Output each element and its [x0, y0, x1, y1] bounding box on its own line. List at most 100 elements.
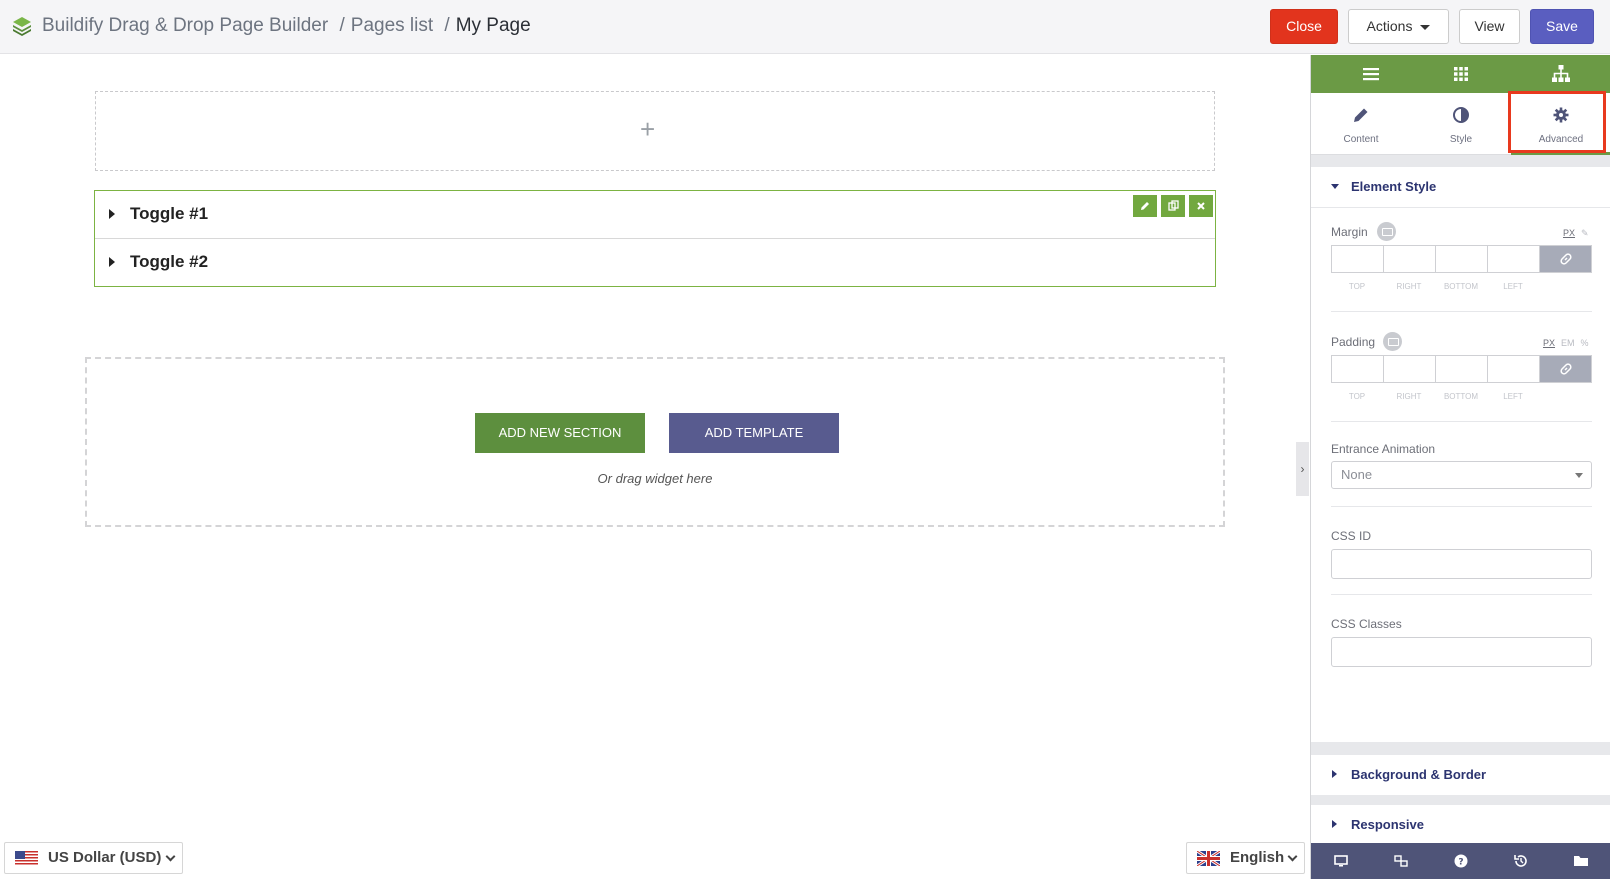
navigator-icon[interactable]	[1393, 853, 1409, 869]
caret-right-icon	[109, 209, 115, 219]
tab-style[interactable]: Style	[1411, 93, 1511, 155]
side-label: LEFT	[1503, 392, 1523, 401]
desktop-icon[interactable]	[1333, 853, 1349, 869]
entrance-animation-select[interactable]: None	[1331, 461, 1592, 489]
actions-dropdown[interactable]: Actions	[1348, 9, 1449, 44]
margin-inputs	[1331, 245, 1592, 273]
uk-flag-icon	[1197, 851, 1220, 866]
edit-widget-icon[interactable]	[1133, 195, 1157, 217]
element-style-section: Element Style Margin PX ✎ TOP RIGHT BOTTO…	[1311, 167, 1610, 742]
divider	[1331, 421, 1592, 422]
panel-footer: ?	[1311, 843, 1610, 879]
caret-down-icon	[1331, 184, 1339, 189]
padding-left-input[interactable]	[1488, 356, 1540, 382]
tab-label: Content	[1343, 134, 1379, 145]
top-bar: Buildify Drag & Drop Page Builder / Pages…	[0, 0, 1610, 54]
collapse-panel-handle[interactable]: ›	[1296, 442, 1309, 496]
tab-content[interactable]: Content	[1311, 93, 1411, 155]
css-classes-input[interactable]	[1331, 637, 1592, 667]
padding-inputs	[1331, 355, 1592, 383]
breadcrumb-separator: /	[444, 15, 450, 36]
divider	[1331, 506, 1592, 507]
side-label: BOTTOM	[1443, 392, 1479, 401]
remove-widget-icon[interactable]	[1189, 195, 1213, 217]
unit-percent[interactable]: %	[1581, 338, 1589, 348]
side-label: TOP	[1348, 282, 1366, 291]
chevron-down-icon	[1287, 851, 1298, 862]
entrance-animation-value: None	[1341, 467, 1373, 482]
unit-px[interactable]: PX	[1563, 228, 1575, 238]
caret-down-icon	[1575, 473, 1583, 478]
section-title: Background & Border	[1351, 767, 1487, 782]
plus-icon[interactable]: +	[640, 114, 655, 144]
divider	[1311, 207, 1610, 208]
currency-label: US Dollar (USD)	[48, 849, 162, 866]
responsive-desktop-icon[interactable]	[1377, 222, 1396, 241]
percent-icon: ✎	[1581, 228, 1589, 238]
link-values-icon[interactable]	[1540, 246, 1591, 272]
add-section-area[interactable]: ADD NEW SECTION ADD TEMPLATE Or drag wid…	[85, 357, 1225, 527]
close-button[interactable]: Close	[1270, 9, 1338, 44]
padding-units: PX EM%	[1543, 338, 1589, 348]
tab-label: Style	[1449, 134, 1473, 145]
responsive-section[interactable]: Responsive	[1311, 805, 1610, 845]
history-icon[interactable]	[1513, 853, 1529, 869]
divider	[1331, 594, 1592, 595]
language-selector[interactable]: English	[1186, 842, 1305, 874]
view-button[interactable]: View	[1459, 9, 1520, 44]
padding-bottom-input[interactable]	[1436, 356, 1488, 382]
breadcrumb-app[interactable]: Buildify Drag & Drop Page Builder	[42, 15, 328, 36]
widgets-grid-icon[interactable]	[1451, 64, 1471, 84]
save-button[interactable]: Save	[1530, 9, 1594, 44]
toggle-widget[interactable]: Toggle #1 Toggle #2	[94, 190, 1216, 287]
add-new-section-button[interactable]: ADD NEW SECTION	[475, 413, 645, 453]
language-label: English	[1230, 849, 1285, 866]
svg-text:?: ?	[1458, 858, 1463, 868]
unit-px[interactable]: PX	[1543, 338, 1555, 348]
us-flag-icon	[15, 851, 38, 866]
section-title: Responsive	[1351, 817, 1424, 832]
editor-panel: Content Style Advanced Element Style Mar…	[1310, 55, 1610, 879]
currency-selector[interactable]: US Dollar (USD)	[4, 842, 183, 874]
margin-right-input[interactable]	[1384, 246, 1436, 272]
margin-label: Margin	[1331, 225, 1368, 239]
padding-label: Padding	[1331, 335, 1376, 349]
section-title: Element Style	[1351, 179, 1437, 194]
css-id-input[interactable]	[1331, 549, 1592, 579]
breadcrumb: Buildify Drag & Drop Page Builder / Pages…	[42, 14, 531, 38]
background-border-section[interactable]: Background & Border	[1311, 755, 1610, 795]
help-icon[interactable]: ?	[1453, 853, 1469, 869]
navigator-sitemap-icon[interactable]	[1551, 64, 1571, 84]
chevron-down-icon	[165, 851, 176, 862]
breadcrumb-pages-list[interactable]: Pages list	[351, 15, 433, 36]
element-style-header[interactable]: Element Style	[1311, 167, 1610, 207]
widget-toolbar	[1133, 195, 1213, 217]
hamburger-menu-icon[interactable]	[1361, 64, 1381, 84]
unit-em[interactable]: EM	[1561, 338, 1575, 348]
link-values-icon[interactable]	[1540, 356, 1591, 382]
duplicate-widget-icon[interactable]	[1161, 195, 1185, 217]
entrance-animation-label: Entrance Animation	[1331, 442, 1436, 456]
toggle-item[interactable]: Toggle #2	[95, 239, 1215, 287]
margin-side-labels: TOP RIGHT BOTTOM LEFT	[1331, 282, 1539, 291]
pencil-icon	[1354, 108, 1368, 122]
add-template-button[interactable]: ADD TEMPLATE	[669, 413, 839, 453]
margin-bottom-input[interactable]	[1436, 246, 1488, 272]
padding-side-labels: TOP RIGHT BOTTOM LEFT	[1331, 392, 1539, 401]
css-id-label: CSS ID	[1331, 529, 1372, 543]
tab-advanced[interactable]: Advanced	[1508, 91, 1610, 155]
padding-top-input[interactable]	[1332, 356, 1384, 382]
empty-section-dropzone[interactable]: +	[95, 91, 1215, 171]
margin-top-input[interactable]	[1332, 246, 1384, 272]
css-classes-label: CSS Classes	[1331, 617, 1402, 631]
caret-down-icon	[1420, 24, 1431, 30]
side-label: LEFT	[1503, 282, 1523, 291]
panel-tabs: Content Style Advanced	[1311, 91, 1610, 155]
responsive-desktop-icon[interactable]	[1383, 332, 1402, 351]
folder-icon[interactable]	[1573, 853, 1589, 869]
toggle-item[interactable]: Toggle #1	[95, 191, 1215, 239]
padding-right-input[interactable]	[1384, 356, 1436, 382]
page-title: My Page	[455, 15, 531, 36]
margin-left-input[interactable]	[1488, 246, 1540, 272]
contrast-icon	[1453, 107, 1469, 123]
